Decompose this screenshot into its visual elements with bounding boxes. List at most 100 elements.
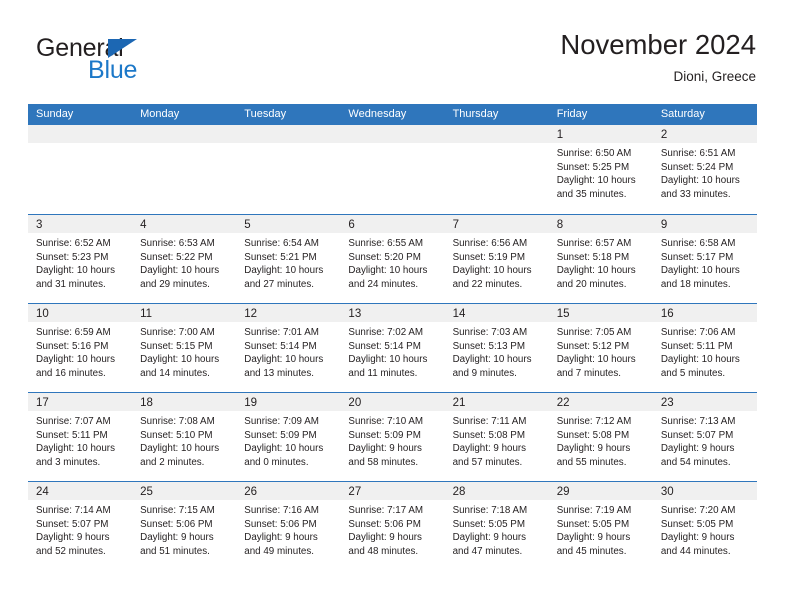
day-details: Sunrise: 7:00 AM Sunset: 5:15 PM Daylight:… [132,322,236,380]
daylight-text-line2: and 45 minutes. [556,545,627,557]
day-cell[interactable]: 10 Sunrise: 6:59 AM Sunset: 5:16 PM Dayligh… [28,304,133,392]
day-cell[interactable]: 16 Sunrise: 7:06 AM Sunset: 5:11 PM Dayligh… [652,304,757,392]
weekday-header-wednesday: Wednesday [348,108,407,120]
day-number-band: 9 [652,215,757,233]
day-details: Sunrise: 7:19 AM Sunset: 5:05 PM Daylight:… [549,500,653,558]
day-cell[interactable]: 2 Sunrise: 6:51 AM Sunset: 5:24 PM Daylight… [652,125,757,214]
day-number: 26 [244,486,258,498]
day-number-band: 6 [340,215,445,233]
day-number: 7 [452,219,459,231]
daylight-text-line2: and 27 minutes. [244,278,314,290]
daylight-text-line2: and 7 minutes. [556,367,621,379]
day-cell[interactable]: 24 Sunrise: 7:14 AM Sunset: 5:07 PM Dayligh… [28,482,133,570]
day-cell[interactable]: 13 Sunrise: 7:02 AM Sunset: 5:14 PM Dayligh… [340,304,445,392]
daylight-text-line1: Daylight: 10 hours [36,265,115,277]
day-cell[interactable]: 30 Sunrise: 7:20 AM Sunset: 5:05 PM Dayligh… [652,482,757,570]
day-number-band: 8 [548,215,653,233]
day-details: Sunrise: 7:20 AM Sunset: 5:05 PM Daylight:… [653,500,757,558]
day-cell[interactable]: 4 Sunrise: 6:53 AM Sunset: 5:22 PM Daylight… [132,215,237,303]
sunset-text: Sunset: 5:05 PM [660,518,734,530]
day-number: 21 [452,397,466,409]
day-cell[interactable]: 7 Sunrise: 6:56 AM Sunset: 5:19 PM Daylight… [444,215,549,303]
day-cell-empty [132,125,237,214]
daylight-text-line1: Daylight: 10 hours [244,443,324,455]
daylight-text-line2: and 20 minutes. [556,278,627,290]
day-details: Sunrise: 7:03 AM Sunset: 5:13 PM Daylight:… [445,322,549,380]
day-number-band: 5 [236,215,341,233]
sunset-text: Sunset: 5:08 PM [556,429,630,441]
day-number-band: 25 [132,482,237,500]
day-cell[interactable]: 23 Sunrise: 7:13 AM Sunset: 5:07 PM Dayligh… [652,393,757,481]
day-number: 29 [556,486,570,498]
daylight-text-line2: and 51 minutes. [140,545,210,557]
day-cell[interactable]: 26 Sunrise: 7:16 AM Sunset: 5:06 PM Dayligh… [236,482,341,570]
day-cell[interactable]: 21 Sunrise: 7:11 AM Sunset: 5:08 PM Dayligh… [444,393,549,481]
daylight-text-line2: and 44 minutes. [660,545,731,557]
sunrise-text: Sunrise: 7:11 AM [452,416,527,427]
sunrise-text: Sunrise: 6:51 AM [660,148,736,159]
day-number: 4 [140,219,147,231]
daylight-text-line1: Daylight: 9 hours [452,532,527,544]
page-subtitle-location: Dioni, Greece [673,69,756,84]
sunset-text: Sunset: 5:10 PM [140,429,213,441]
weekday-header-friday: Friday [556,108,588,120]
day-cell[interactable]: 29 Sunrise: 7:19 AM Sunset: 5:05 PM Dayligh… [548,482,653,570]
sunrise-text: Sunrise: 6:59 AM [36,327,111,338]
sunset-text: Sunset: 5:20 PM [348,251,421,263]
sunrise-text: Sunrise: 7:15 AM [140,505,215,516]
day-cell[interactable]: 14 Sunrise: 7:03 AM Sunset: 5:13 PM Dayligh… [444,304,549,392]
day-cell[interactable]: 9 Sunrise: 6:58 AM Sunset: 5:17 PM Daylight… [652,215,757,303]
day-cell[interactable]: 11 Sunrise: 7:00 AM Sunset: 5:15 PM Dayligh… [132,304,237,392]
day-details: Sunrise: 7:16 AM Sunset: 5:06 PM Daylight:… [236,500,340,558]
daylight-text-line2: and 54 minutes. [660,456,731,468]
general-blue-logo[interactable]: General Blue [36,34,206,86]
sunrise-text: Sunrise: 7:10 AM [348,416,424,427]
day-cell[interactable]: 27 Sunrise: 7:17 AM Sunset: 5:06 PM Dayligh… [340,482,445,570]
day-cell[interactable]: 15 Sunrise: 7:05 AM Sunset: 5:12 PM Dayligh… [548,304,653,392]
day-cell-empty [236,125,341,214]
day-cell[interactable]: 1 Sunrise: 6:50 AM Sunset: 5:25 PM Daylight… [548,125,653,214]
day-details: Sunrise: 7:07 AM Sunset: 5:11 PM Daylight:… [28,411,132,469]
logo-text-blue: Blue [88,56,138,84]
weekday-header-sunday: Sunday [36,108,74,120]
sunset-text: Sunset: 5:24 PM [660,161,734,173]
calendar-page: General Blue November 2024 Dioni, Greece… [0,0,792,612]
daylight-text-line1: Daylight: 9 hours [452,443,527,455]
day-number-band [340,125,445,143]
daylight-text-line2: and 31 minutes. [36,278,106,290]
day-number-band: 22 [548,393,653,411]
daylight-text-line1: Daylight: 10 hours [452,265,532,277]
day-details: Sunrise: 6:52 AM Sunset: 5:23 PM Daylight:… [28,233,132,291]
day-cell[interactable]: 12 Sunrise: 7:01 AM Sunset: 5:14 PM Dayligh… [236,304,341,392]
daylight-text-line2: and 11 minutes. [348,367,418,379]
day-cell[interactable]: 5 Sunrise: 6:54 AM Sunset: 5:21 PM Daylight… [236,215,341,303]
week-row: 24 Sunrise: 7:14 AM Sunset: 5:07 PM Dayligh… [28,481,757,570]
weekday-header-tuesday: Tuesday [244,108,287,120]
daylight-text-line2: and 2 minutes. [140,456,205,468]
day-cell[interactable]: 6 Sunrise: 6:55 AM Sunset: 5:20 PM Daylight… [340,215,445,303]
daylight-text-line2: and 57 minutes. [452,456,523,468]
day-number-band: 18 [132,393,237,411]
day-details: Sunrise: 7:06 AM Sunset: 5:11 PM Daylight:… [653,322,757,380]
day-cell[interactable]: 3 Sunrise: 6:52 AM Sunset: 5:23 PM Daylight… [28,215,133,303]
sunrise-text: Sunrise: 6:57 AM [556,238,632,249]
day-cell[interactable]: 19 Sunrise: 7:09 AM Sunset: 5:09 PM Dayligh… [236,393,341,481]
day-cell[interactable]: 17 Sunrise: 7:07 AM Sunset: 5:11 PM Dayligh… [28,393,133,481]
day-cell[interactable]: 28 Sunrise: 7:18 AM Sunset: 5:05 PM Dayligh… [444,482,549,570]
daylight-text-line2: and 58 minutes. [348,456,419,468]
day-number: 18 [140,397,153,409]
day-cell[interactable]: 22 Sunrise: 7:12 AM Sunset: 5:08 PM Dayligh… [548,393,653,481]
day-cell[interactable]: 18 Sunrise: 7:08 AM Sunset: 5:10 PM Dayligh… [132,393,237,481]
day-cell[interactable]: 25 Sunrise: 7:15 AM Sunset: 5:06 PM Dayligh… [132,482,237,570]
sunrise-text: Sunrise: 7:20 AM [660,505,736,516]
sunset-text: Sunset: 5:19 PM [452,251,525,263]
day-number: 8 [556,219,564,231]
daylight-text-line1: Daylight: 9 hours [660,443,735,455]
sunset-text: Sunset: 5:23 PM [36,251,109,263]
daylight-text-line2: and 13 minutes. [244,367,314,379]
day-cell[interactable]: 20 Sunrise: 7:10 AM Sunset: 5:09 PM Dayligh… [340,393,445,481]
day-cell[interactable]: 8 Sunrise: 6:57 AM Sunset: 5:18 PM Daylight… [548,215,653,303]
sunrise-text: Sunrise: 7:17 AM [348,505,424,516]
daylight-text-line1: Daylight: 9 hours [244,532,318,544]
day-number-band: 28 [444,482,549,500]
